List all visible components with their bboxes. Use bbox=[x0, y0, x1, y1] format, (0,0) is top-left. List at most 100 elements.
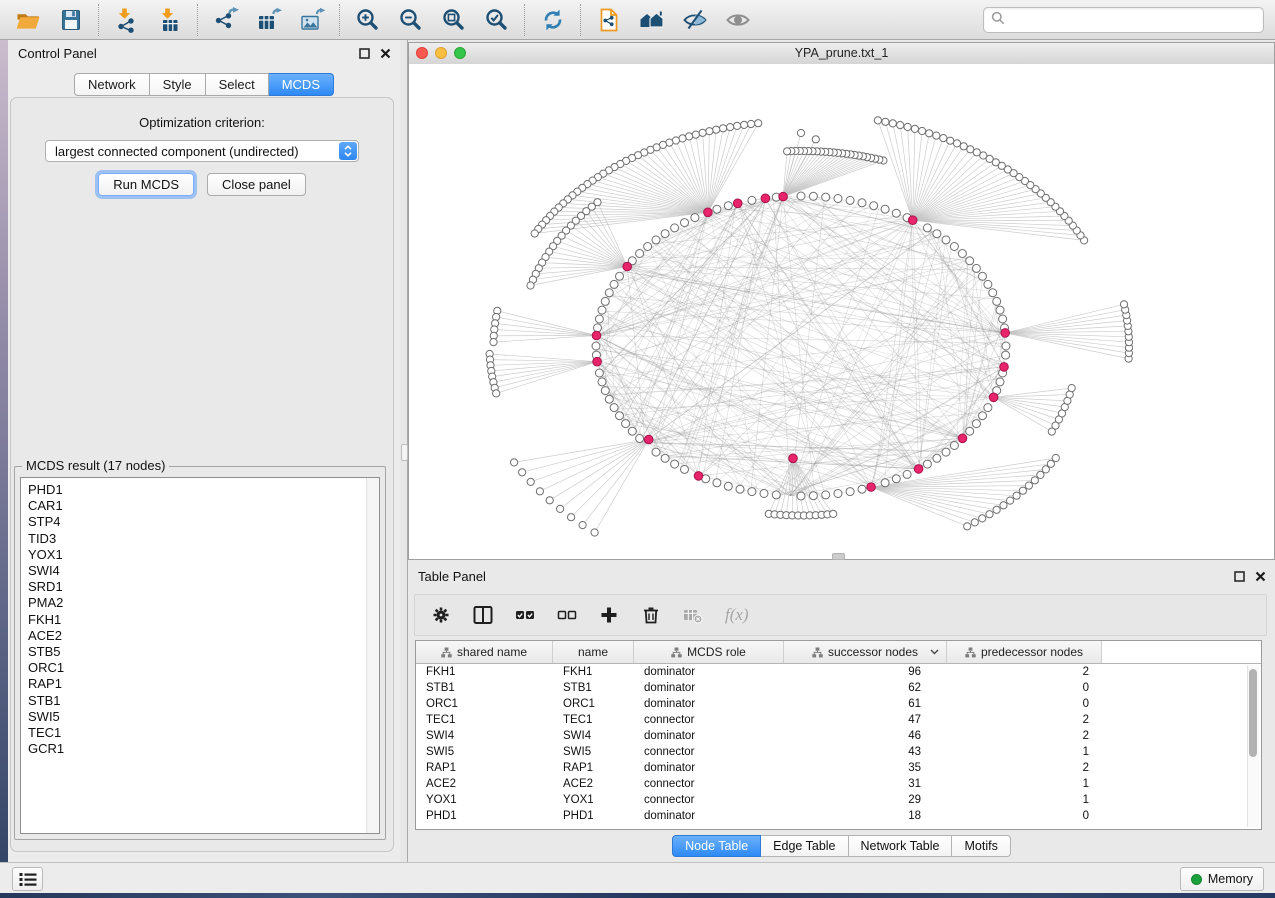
network-node[interactable] bbox=[904, 123, 911, 130]
network-node[interactable] bbox=[686, 133, 693, 140]
network-node[interactable] bbox=[933, 230, 941, 238]
network-node[interactable] bbox=[846, 488, 854, 496]
table-row-SWI5[interactable]: SWI5SWI5connector431 bbox=[416, 744, 1261, 760]
mcds-dominator-node[interactable] bbox=[908, 216, 917, 225]
network-node[interactable] bbox=[797, 492, 805, 500]
network-node[interactable] bbox=[661, 454, 669, 462]
mcds-result-item[interactable]: TID3 bbox=[28, 531, 379, 547]
network-node[interactable] bbox=[736, 485, 744, 493]
network-node[interactable] bbox=[755, 120, 762, 127]
network-node[interactable] bbox=[652, 236, 660, 244]
network-node[interactable] bbox=[966, 427, 974, 435]
network-node[interactable] bbox=[681, 219, 689, 227]
network-node[interactable] bbox=[1007, 497, 1014, 504]
mcds-result-item[interactable]: STB1 bbox=[28, 693, 379, 709]
column-header-name[interactable]: name bbox=[553, 641, 634, 663]
network-node[interactable] bbox=[671, 224, 679, 232]
tab-network-table[interactable]: Network Table bbox=[849, 835, 953, 857]
network-node[interactable] bbox=[1013, 492, 1020, 499]
mcds-result-item[interactable]: CAR1 bbox=[28, 498, 379, 514]
task-history-button[interactable] bbox=[12, 867, 43, 891]
open-button[interactable] bbox=[14, 6, 41, 33]
optimization-criterion-select[interactable]: largest connected component (undirected) bbox=[45, 140, 359, 162]
network-node[interactable] bbox=[996, 306, 1004, 314]
delete-button[interactable] bbox=[641, 605, 661, 625]
network-node[interactable] bbox=[622, 420, 630, 428]
network-node[interactable] bbox=[601, 297, 609, 305]
network-node[interactable] bbox=[822, 193, 830, 201]
column-header-successor-nodes[interactable]: successor nodes bbox=[784, 641, 947, 663]
network-node[interactable] bbox=[1052, 454, 1059, 461]
network-node[interactable] bbox=[661, 230, 669, 238]
mcds-result-item[interactable]: GCR1 bbox=[28, 741, 379, 757]
tab-motifs[interactable]: Motifs bbox=[952, 835, 1010, 857]
mcds-dominator-node[interactable] bbox=[789, 454, 798, 463]
network-node[interactable] bbox=[748, 120, 755, 127]
network-node[interactable] bbox=[598, 378, 606, 386]
search-input[interactable] bbox=[1005, 13, 1263, 28]
network-node[interactable] bbox=[903, 470, 911, 478]
network-node[interactable] bbox=[1019, 487, 1026, 494]
network-node[interactable] bbox=[734, 122, 741, 129]
network-node[interactable] bbox=[531, 230, 538, 237]
network-node[interactable] bbox=[919, 127, 926, 134]
network-node[interactable] bbox=[636, 250, 644, 258]
mcds-dominator-node[interactable] bbox=[761, 194, 770, 203]
network-node[interactable] bbox=[557, 505, 564, 512]
network-node[interactable] bbox=[568, 514, 575, 521]
network-node[interactable] bbox=[527, 478, 534, 485]
home-button[interactable] bbox=[638, 6, 665, 33]
network-node[interactable] bbox=[1025, 482, 1032, 489]
mcds-dominator-node[interactable] bbox=[914, 465, 923, 474]
tab-node-table[interactable]: Node Table bbox=[672, 835, 761, 857]
network-node[interactable] bbox=[942, 448, 950, 456]
network-node[interactable] bbox=[601, 387, 609, 395]
network-node[interactable] bbox=[881, 205, 889, 213]
export-image-button[interactable] bbox=[298, 6, 325, 33]
network-node[interactable] bbox=[870, 202, 878, 210]
network-node[interactable] bbox=[923, 224, 931, 232]
network-node[interactable] bbox=[713, 479, 721, 487]
network-node[interactable] bbox=[724, 482, 732, 490]
network-node[interactable] bbox=[979, 515, 986, 522]
network-node[interactable] bbox=[942, 236, 950, 244]
tab-edge-table[interactable]: Edge Table bbox=[761, 835, 848, 857]
tab-network[interactable]: Network bbox=[74, 73, 150, 96]
network-node[interactable] bbox=[822, 491, 830, 499]
network-node[interactable] bbox=[616, 412, 624, 420]
network-node[interactable] bbox=[592, 342, 600, 350]
import-network-button[interactable] bbox=[113, 6, 140, 33]
network-canvas[interactable] bbox=[409, 64, 1274, 559]
mcds-dominator-node[interactable] bbox=[1000, 363, 1009, 372]
table-scrollbar[interactable] bbox=[1247, 665, 1259, 827]
network-node[interactable] bbox=[993, 506, 1000, 513]
mcds-result-item[interactable]: ACE2 bbox=[28, 628, 379, 644]
tab-mcds[interactable]: MCDS bbox=[269, 73, 334, 96]
mcds-dominator-node[interactable] bbox=[989, 393, 998, 402]
mcds-result-item[interactable]: TEC1 bbox=[28, 725, 379, 741]
network-node[interactable] bbox=[1000, 502, 1007, 509]
network-node[interactable] bbox=[724, 202, 732, 210]
network-node[interactable] bbox=[699, 129, 706, 136]
delete-table-button[interactable] bbox=[683, 605, 703, 625]
network-node[interactable] bbox=[933, 454, 941, 462]
network-node[interactable] bbox=[519, 469, 526, 476]
network-node[interactable] bbox=[830, 510, 837, 517]
network-node[interactable] bbox=[713, 205, 721, 213]
network-node[interactable] bbox=[636, 435, 644, 443]
save-button[interactable] bbox=[57, 6, 84, 33]
network-node[interactable] bbox=[960, 143, 967, 150]
network-node[interactable] bbox=[964, 523, 971, 530]
close-table-panel-icon[interactable] bbox=[1255, 571, 1266, 582]
network-node[interactable] bbox=[881, 479, 889, 487]
mcds-result-list[interactable]: PHD1CAR1STP4TID3YOX1SWI4SRD1PMA2FKH1ACE2… bbox=[20, 477, 380, 834]
network-node[interactable] bbox=[720, 125, 727, 132]
mcds-dominator-node[interactable] bbox=[592, 331, 601, 340]
network-node[interactable] bbox=[809, 192, 817, 200]
tab-style[interactable]: Style bbox=[150, 73, 206, 96]
network-node[interactable] bbox=[616, 272, 624, 280]
mcds-result-item[interactable]: STB5 bbox=[28, 644, 379, 660]
horizontal-splitter-grip[interactable] bbox=[832, 553, 845, 560]
vertical-splitter[interactable] bbox=[400, 40, 408, 862]
network-node[interactable] bbox=[1068, 385, 1075, 392]
